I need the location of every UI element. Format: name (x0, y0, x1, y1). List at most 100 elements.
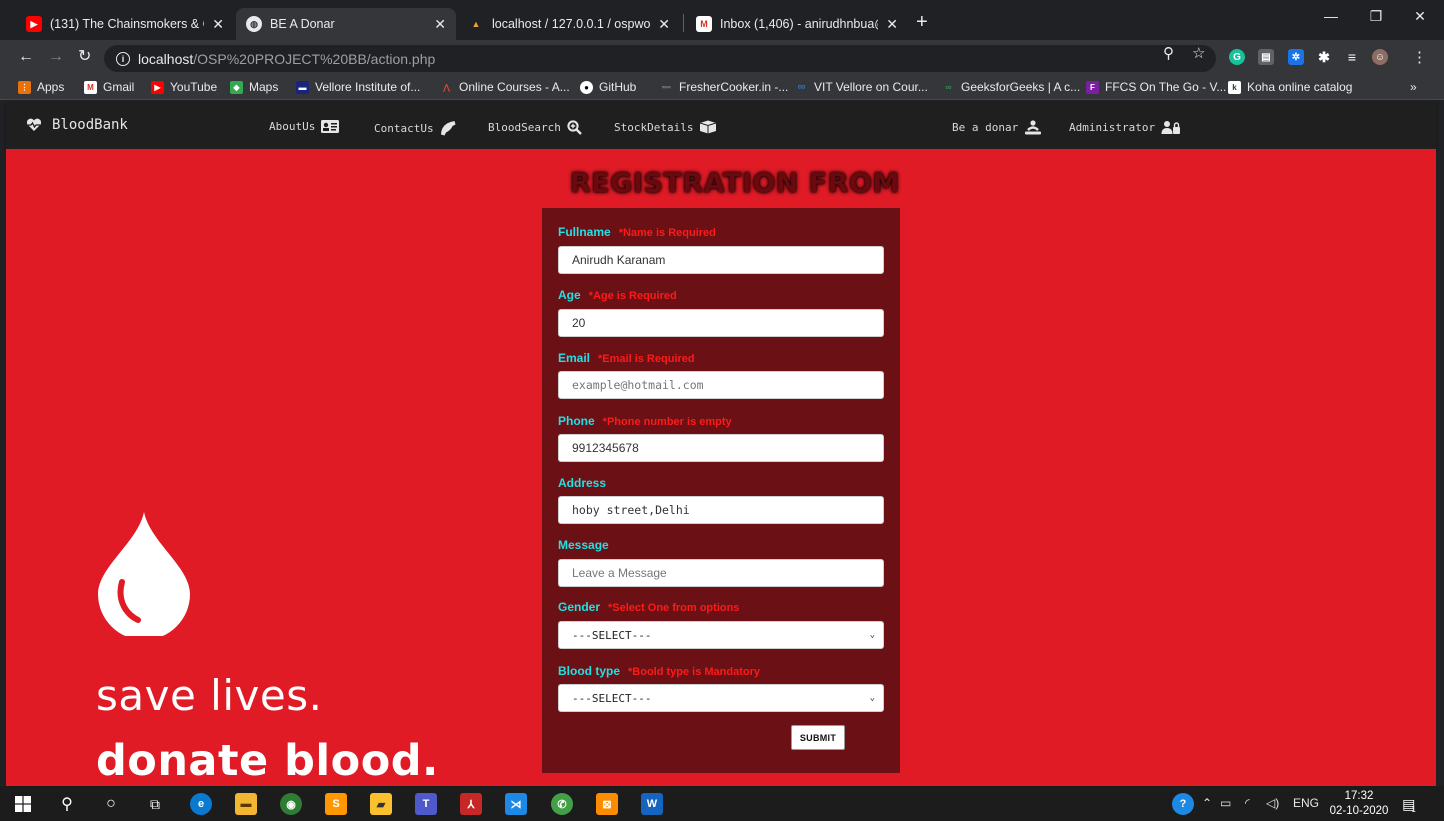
email-field[interactable]: example@hotmail.com (558, 371, 884, 399)
bookmark-maps[interactable]: ◆ Maps (230, 80, 278, 94)
tab-youtube[interactable]: ▶ (131) The Chainsmokers & Coldp ✕ (16, 8, 234, 40)
message-input[interactable]: Leave a Message (558, 559, 884, 587)
avatar[interactable]: ☺ (1372, 49, 1388, 65)
age-input[interactable]: 20 (558, 309, 884, 337)
sublime-icon[interactable]: S (325, 793, 347, 815)
menu-icon[interactable]: ⋮ (1412, 48, 1427, 66)
cortana-icon[interactable]: ○ (100, 793, 122, 815)
system-clock[interactable]: 17:32 02-10-2020 (1328, 789, 1390, 819)
zoom-icon[interactable]: ⚲ (1163, 44, 1174, 62)
volume-icon[interactable]: ◁) (1266, 796, 1279, 810)
nav-administrator[interactable]: Administrator (1069, 120, 1181, 135)
language-indicator[interactable]: ENG (1293, 796, 1319, 810)
link-icon: ➖ (661, 82, 672, 92)
wifi-icon[interactable]: ◜ (1245, 796, 1250, 810)
sticky-notes-icon[interactable]: ▰ (370, 793, 392, 815)
phone-icon (440, 121, 456, 136)
xampp-icon[interactable]: ⊠ (596, 793, 618, 815)
tray-chevron-up-icon[interactable]: ⌃ (1202, 796, 1212, 810)
whatsapp-icon[interactable]: ✆ (551, 793, 573, 815)
nav-be-a-donar[interactable]: Be a donar (952, 120, 1042, 135)
help-icon[interactable]: ? (1172, 793, 1194, 815)
id-card-icon (321, 120, 340, 133)
tab-gmail[interactable]: M Inbox (1,406) - anirudhnbua@gm ✕ (686, 8, 908, 40)
bookmark-ffcs[interactable]: F FFCS On The Go - V... (1086, 80, 1226, 94)
reading-list-icon[interactable]: ≡ (1344, 49, 1360, 65)
slogan-line-2: donate blood. (96, 736, 439, 786)
browser-tab-strip: ▶ (131) The Chainsmokers & Coldp ✕ ◍ BE … (0, 0, 1444, 40)
page-background: save lives. donate blood. REGISTRATION F… (6, 149, 1436, 786)
word-icon[interactable]: W (641, 793, 663, 815)
email-error: *Email is Required (598, 353, 695, 365)
bookmarks-overflow[interactable]: » (1410, 80, 1417, 94)
forward-icon[interactable]: → (48, 48, 64, 66)
address-input[interactable]: hoby street,Delhi (558, 496, 884, 524)
search-icon[interactable]: ⚲ (56, 793, 78, 815)
age-label: Age *Age is Required (558, 288, 677, 302)
nav-about-us[interactable]: AboutUs (269, 120, 340, 133)
close-window-button[interactable]: ✕ (1400, 8, 1440, 25)
bookmark-apps[interactable]: ⋮ Apps (18, 80, 64, 94)
back-icon[interactable]: ← (18, 48, 34, 66)
address-bar[interactable]: i localhost/OSP%20PROJECT%20BB/action.ph… (104, 45, 1216, 72)
gender-select[interactable]: ---SELECT--- ⌄ (558, 621, 884, 649)
phone-input[interactable]: 9912345678 (558, 434, 884, 462)
grammarly-icon[interactable]: G (1229, 49, 1245, 65)
nav-stock-details[interactable]: StockDetails (614, 120, 717, 134)
info-icon[interactable]: i (116, 51, 130, 66)
phone-error: *Phone number is empty (602, 416, 732, 428)
nav-contact-us[interactable]: ContactUs (374, 120, 456, 136)
site-navbar: BloodBank AboutUs ContactUs BloodSearch … (6, 101, 1436, 149)
task-view-icon[interactable]: ⧉ (144, 793, 166, 815)
blood-type-label: Blood type *Boold type is Mandatory (558, 664, 761, 678)
minimize-button[interactable]: — (1311, 8, 1351, 24)
address-label: Address (558, 476, 607, 490)
tab-title: BE A Donar (270, 17, 335, 31)
bookmark-geeksforgeeks[interactable]: ∞ GeeksforGeeks | A c... (942, 80, 1080, 94)
file-explorer-icon[interactable]: ▬ (235, 793, 257, 815)
reload-icon[interactable]: ↻ (78, 48, 91, 66)
bookmark-freshercooker[interactable]: ➖ FresherCooker.in -... (660, 80, 789, 94)
fullname-input[interactable]: Anirudh Karanam (558, 246, 884, 274)
bookmark-coursera[interactable]: ∞ VIT Vellore on Cour... (795, 80, 928, 94)
tab-phpmyadmin[interactable]: ▲ localhost / 127.0.0.1 / ospwork / ✕ (458, 8, 680, 40)
vscode-icon[interactable]: ⋊ (505, 793, 527, 815)
new-tab-button[interactable]: + (916, 12, 928, 32)
slogan-line-1: save lives. (96, 671, 323, 720)
chrome-icon[interactable]: ◉ (280, 793, 302, 815)
extension-icon[interactable]: ▤ (1258, 49, 1274, 65)
extension-icon[interactable]: ✲ (1288, 49, 1304, 65)
bookmark-gmail[interactable]: M Gmail (84, 80, 134, 94)
puzzle-icon[interactable]: ✱ (1316, 49, 1332, 65)
close-icon[interactable]: ✕ (212, 16, 224, 33)
gmail-icon: M (696, 16, 712, 32)
phone-label: Phone *Phone number is empty (558, 414, 732, 428)
restore-button[interactable]: ❐ (1356, 8, 1396, 25)
coursera-icon: ∞ (797, 81, 806, 93)
vit-icon: ▬ (296, 80, 309, 94)
blood-type-select[interactable]: ---SELECT--- ⌄ (558, 684, 884, 712)
submit-button[interactable]: SUBMIT (791, 725, 845, 750)
bookmark-youtube[interactable]: ▶ YouTube (151, 80, 217, 94)
close-icon[interactable]: ✕ (434, 16, 446, 33)
clock-time: 17:32 (1344, 790, 1374, 802)
windows-taskbar: ⚲ ○ ⧉ e ▬ ◉ S ▰ T ⅄ ⋊ ✆ ⊠ W ? ⌃ ▭ ◜ ◁) E… (0, 786, 1444, 821)
teams-icon[interactable]: T (415, 793, 437, 815)
close-icon[interactable]: ✕ (658, 16, 670, 33)
notifications-icon[interactable]: ▤ 1 (1398, 793, 1420, 815)
windows-start-icon[interactable] (12, 793, 34, 815)
brand-link[interactable]: BloodBank (26, 117, 128, 133)
bookmark-github[interactable]: ● GitHub (580, 80, 636, 94)
close-icon[interactable]: ✕ (886, 16, 898, 33)
bookmark-vit[interactable]: ▬ Vellore Institute of... (296, 80, 420, 94)
battery-icon[interactable]: ▭ (1220, 796, 1231, 810)
chevron-down-icon: ⌄ (869, 630, 875, 640)
bookmark-online-courses[interactable]: ⋀ Online Courses - A... (440, 80, 570, 94)
acrobat-icon[interactable]: ⅄ (460, 793, 482, 815)
tab-be-a-donar[interactable]: ◍ BE A Donar ✕ (236, 8, 456, 40)
bookmark-star-icon[interactable]: ☆ (1192, 44, 1205, 62)
edge-icon[interactable]: e (190, 793, 212, 815)
maps-icon: ◆ (230, 80, 243, 94)
nav-blood-search[interactable]: BloodSearch (488, 120, 582, 135)
bookmark-koha[interactable]: k Koha online catalog (1228, 80, 1352, 94)
